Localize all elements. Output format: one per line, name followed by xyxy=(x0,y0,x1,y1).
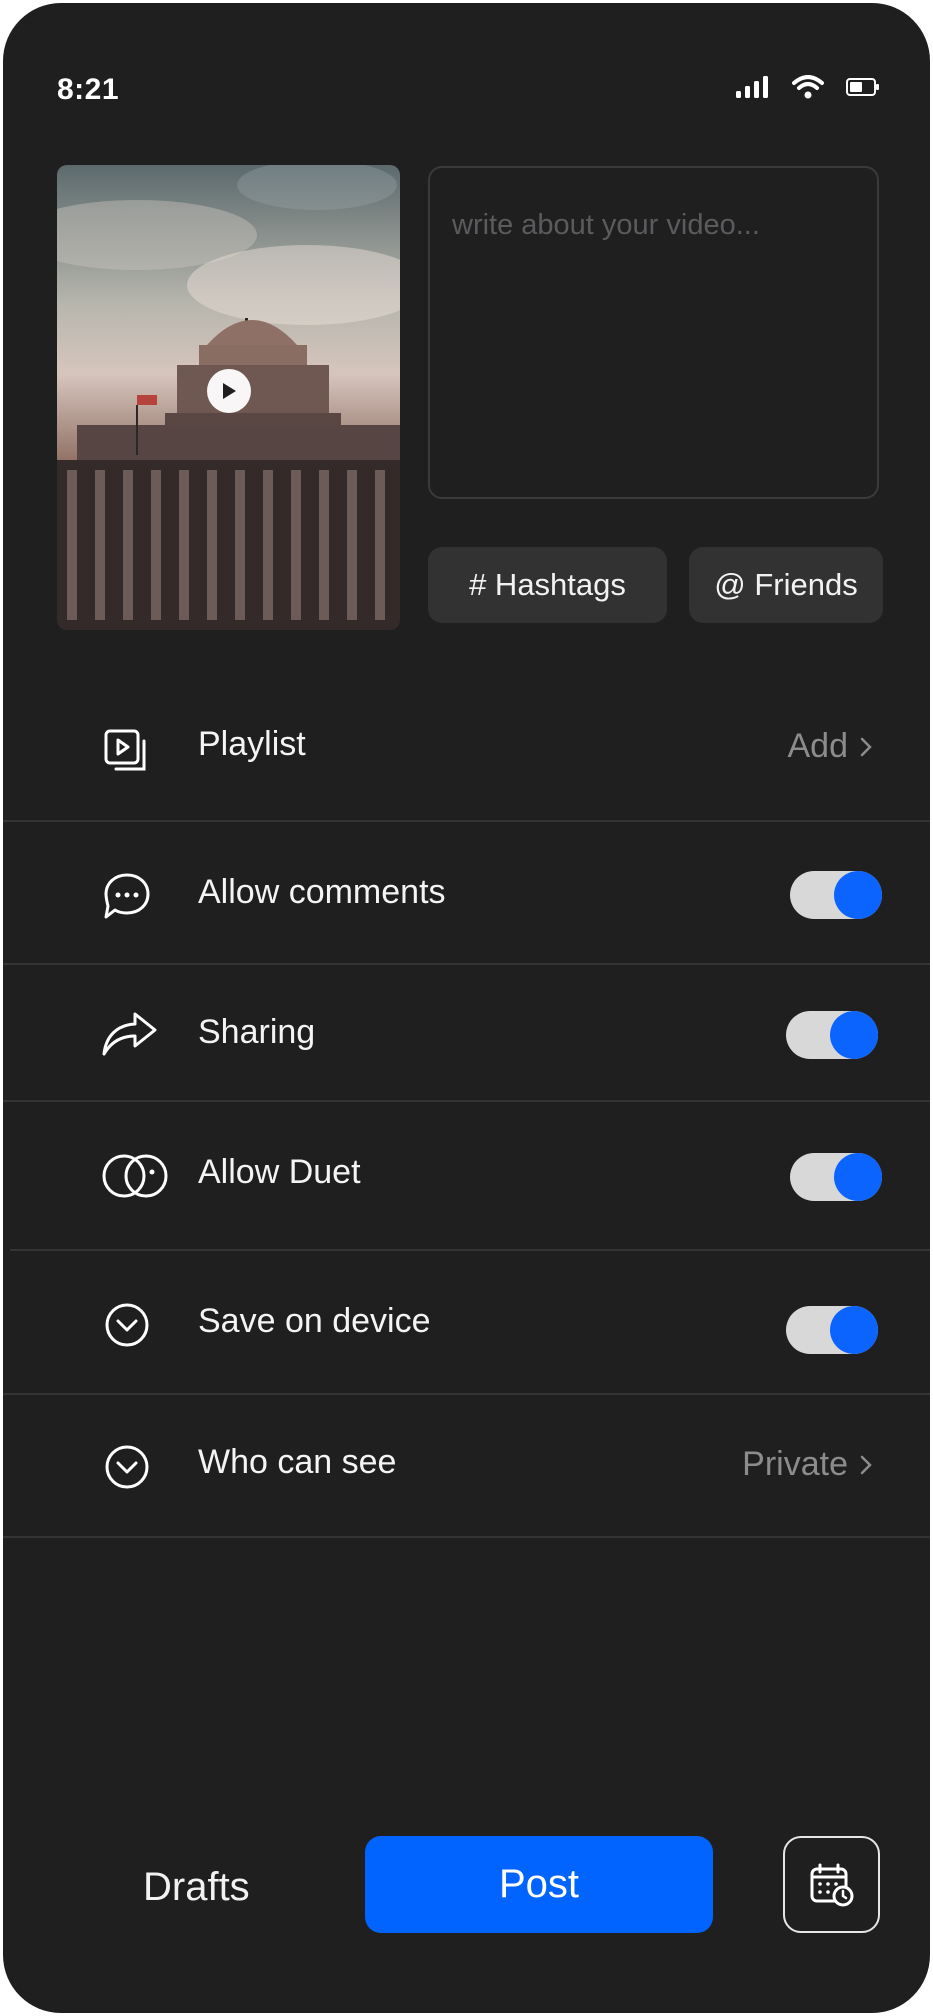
toggle-knob xyxy=(834,1153,882,1201)
chevron-down-circle-icon xyxy=(99,1439,155,1495)
visibility-row[interactable]: Who can see Private xyxy=(3,1395,930,1537)
status-time: 8:21 xyxy=(57,73,120,106)
divider xyxy=(3,820,930,822)
drafts-button[interactable]: Drafts xyxy=(143,1865,250,1910)
friends-button[interactable]: @ Friends xyxy=(689,547,883,623)
video-thumbnail[interactable] xyxy=(57,165,400,630)
post-screen: 8:21 write about your video... # Hashtag… xyxy=(3,3,930,2013)
comments-row: Allow comments xyxy=(3,823,930,963)
divider xyxy=(10,1249,930,1251)
playlist-row[interactable]: Playlist Add xyxy=(3,683,930,823)
visibility-selector[interactable]: Private xyxy=(742,1445,872,1484)
chevron-right-icon xyxy=(860,1455,872,1474)
battery-icon xyxy=(846,78,879,96)
hashtags-button[interactable]: # Hashtags xyxy=(428,547,667,623)
playlist-icon xyxy=(99,724,155,780)
comment-icon xyxy=(99,868,155,924)
toggle-knob xyxy=(830,1306,878,1354)
play-button[interactable] xyxy=(207,369,251,413)
save-toggle[interactable] xyxy=(786,1306,878,1354)
duet-row: Allow Duet xyxy=(3,1103,930,1251)
playlist-label: Playlist xyxy=(198,725,306,763)
caption-box[interactable] xyxy=(428,166,879,499)
save-label: Save on device xyxy=(198,1302,431,1340)
playlist-value: Add xyxy=(787,727,849,765)
visibility-value: Private xyxy=(742,1445,848,1483)
comments-toggle[interactable] xyxy=(790,871,882,919)
divider xyxy=(3,1536,930,1538)
comments-label: Allow comments xyxy=(198,873,446,911)
wifi-icon xyxy=(792,75,824,99)
chevron-down-circle-icon xyxy=(99,1297,155,1353)
divider xyxy=(3,1100,930,1102)
play-icon xyxy=(223,383,236,399)
caption-input[interactable] xyxy=(450,208,854,243)
sharing-toggle[interactable] xyxy=(786,1011,878,1059)
post-button[interactable]: Post xyxy=(365,1836,713,1933)
sharing-label: Sharing xyxy=(198,1013,316,1051)
status-icons xyxy=(736,75,880,99)
duet-toggle[interactable] xyxy=(790,1153,882,1201)
playlist-add[interactable]: Add xyxy=(788,727,873,766)
sharing-row: Sharing xyxy=(3,965,930,1101)
duet-label: Allow Duet xyxy=(198,1153,361,1191)
share-icon xyxy=(101,1007,157,1063)
toggle-knob xyxy=(834,871,882,919)
visibility-label: Who can see xyxy=(198,1443,397,1481)
calendar-clock-icon xyxy=(810,1863,853,1906)
schedule-button[interactable] xyxy=(783,1836,880,1933)
cellular-signal-icon xyxy=(736,76,768,98)
save-row: Save on device xyxy=(3,1252,930,1394)
toggle-knob xyxy=(830,1011,878,1059)
duet-icon xyxy=(101,1148,169,1204)
chevron-right-icon xyxy=(860,737,872,756)
